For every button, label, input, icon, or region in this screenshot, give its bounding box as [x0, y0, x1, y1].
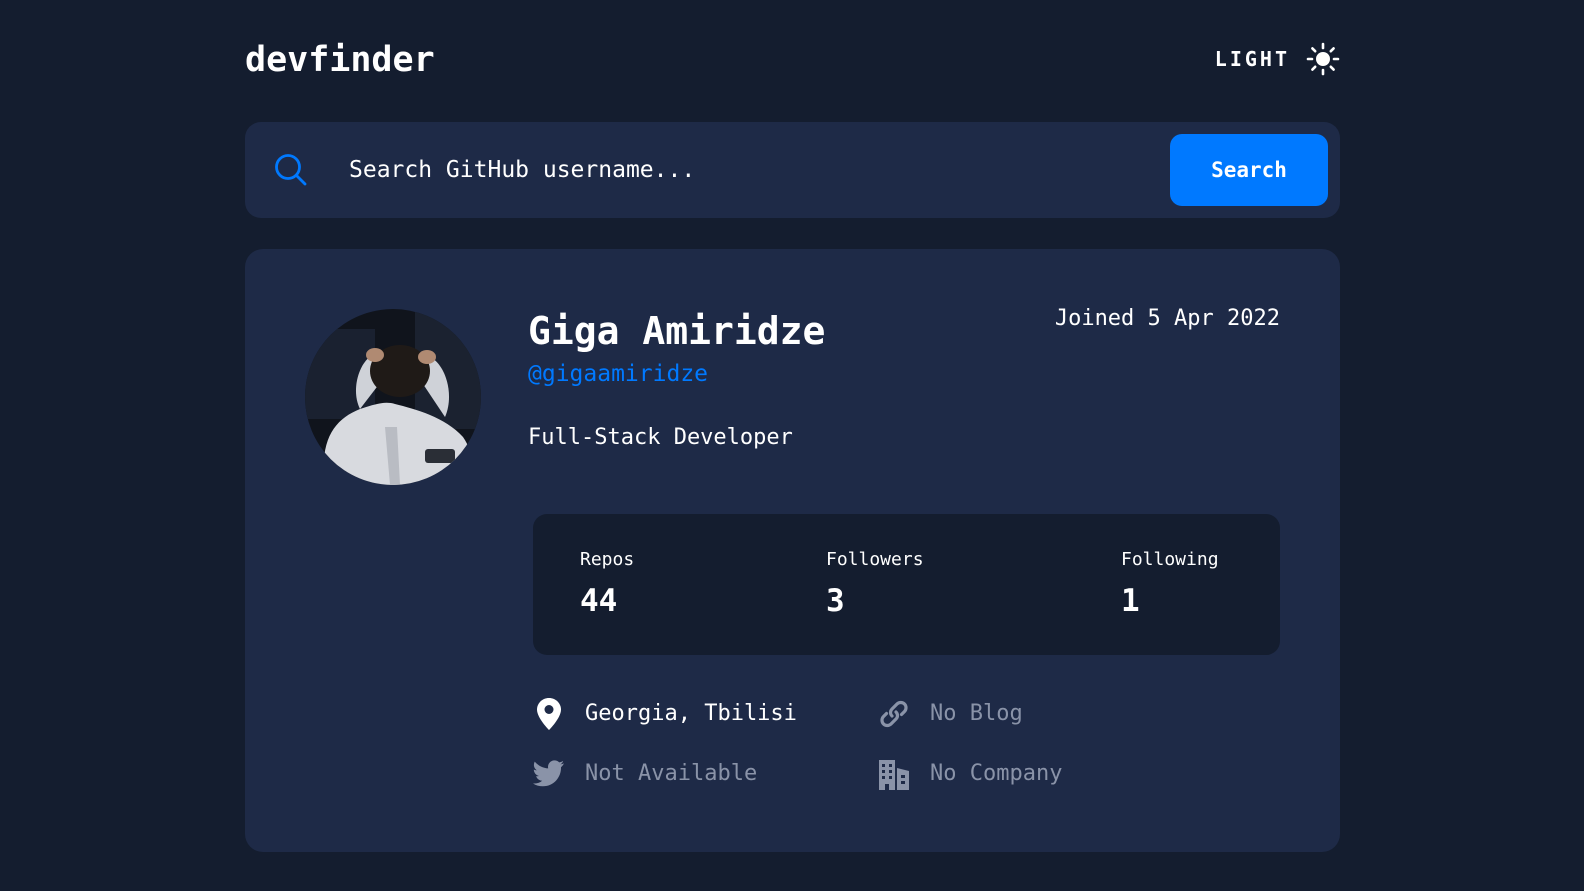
user-bio: Full-Stack Developer — [528, 425, 793, 450]
app-header: devfinder LIGHT — [245, 36, 1340, 84]
twitter-text: Not Available — [585, 761, 758, 786]
stat-followers-value: 3 — [826, 583, 845, 619]
avatar — [305, 309, 481, 485]
link-icon — [878, 698, 910, 730]
theme-toggle-label: LIGHT — [1214, 47, 1290, 71]
stat-followers-label: Followers — [826, 549, 924, 570]
search-button[interactable]: Search — [1170, 134, 1328, 206]
stat-followers: Followers 3 — [826, 547, 924, 623]
stat-repos-value: 44 — [580, 583, 618, 619]
sun-icon — [1306, 42, 1340, 76]
search-input[interactable] — [349, 148, 1139, 192]
profile-card: Giga Amiridze @gigaamiridze Joined 5 Apr… — [245, 249, 1340, 852]
company-building-icon — [878, 758, 910, 790]
stats-panel: Repos 44 Followers 3 Following 1 — [533, 514, 1280, 655]
theme-toggle-button[interactable]: LIGHT — [1215, 40, 1340, 78]
stat-following-value: 1 — [1121, 583, 1140, 619]
blog-item: No Blog — [878, 694, 1023, 734]
app-logo: devfinder — [245, 40, 435, 80]
location-text: Georgia, Tbilisi — [585, 701, 797, 726]
company-text: No Company — [930, 761, 1063, 786]
search-icon — [275, 154, 307, 186]
stat-following: Following 1 — [1121, 547, 1219, 623]
twitter-icon — [533, 758, 565, 790]
location-item: Georgia, Tbilisi — [533, 694, 797, 734]
user-login-link[interactable]: @gigaamiridze — [528, 359, 708, 389]
user-name: Giga Amiridze — [528, 309, 826, 353]
search-bar: Search — [245, 122, 1340, 218]
blog-text: No Blog — [930, 701, 1023, 726]
stat-repos: Repos 44 — [580, 547, 634, 623]
avatar-image — [305, 309, 481, 485]
joined-date: Joined 5 Apr 2022 — [1054, 306, 1280, 331]
company-item: No Company — [878, 754, 1062, 794]
stat-following-label: Following — [1121, 549, 1219, 570]
twitter-item: Not Available — [533, 754, 757, 794]
profile-links: Georgia, Tbilisi No Blog Not Available N… — [533, 694, 1280, 814]
location-pin-icon — [533, 698, 565, 730]
stat-repos-label: Repos — [580, 549, 635, 570]
